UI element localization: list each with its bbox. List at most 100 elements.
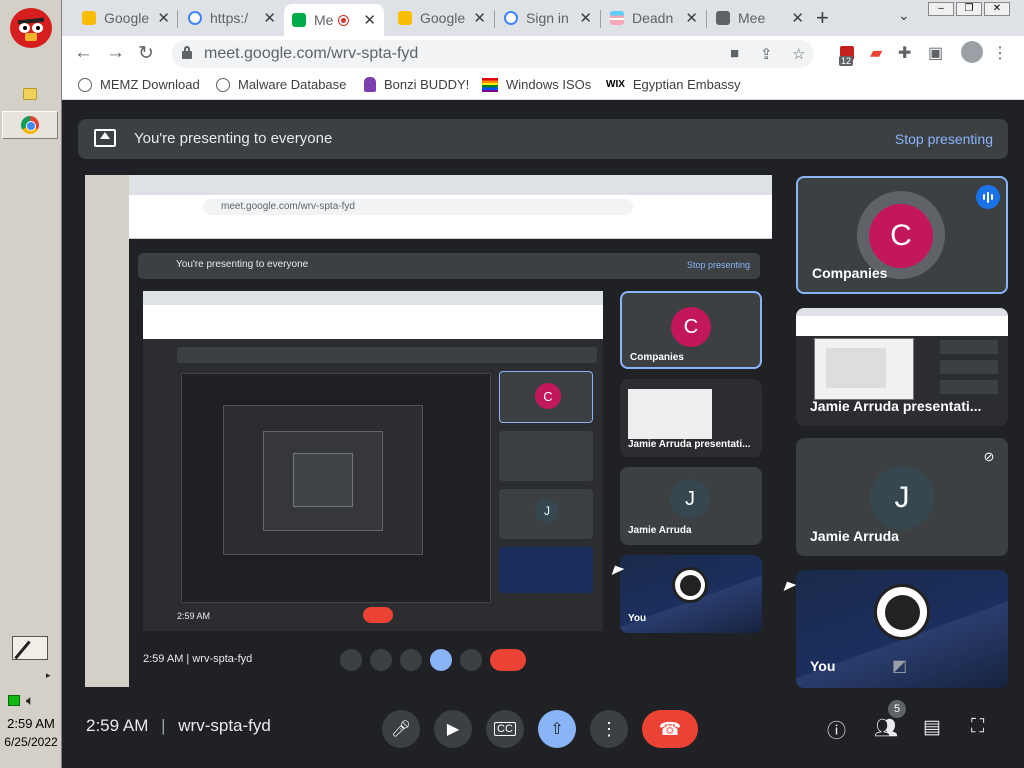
microphone-icon: 🎤︎: [390, 721, 412, 738]
bookmarks-bar: MEMZ Download Malware Database Bonzi BUD…: [62, 70, 1024, 100]
chrome-icon: [21, 116, 39, 134]
tab-label: Google: [420, 10, 466, 26]
forward-arrow-icon[interactable]: →: [106, 42, 125, 64]
nested-avatar-jamie: J: [535, 499, 559, 523]
mirrored-stop-text: Stop presenting: [686, 260, 750, 270]
meeting-details: 2:59 AM | wrv-spta-fyd: [86, 716, 271, 736]
close-tab-icon[interactable]: ✕: [791, 9, 804, 27]
taskbar-folder-button[interactable]: [2, 80, 58, 108]
close-tab-icon[interactable]: ✕: [363, 11, 376, 29]
new-tab-button[interactable]: +: [816, 5, 829, 31]
taskbar-clock-time: 2:59 AM: [7, 716, 55, 731]
present-now-button[interactable]: ⇧: [538, 710, 576, 748]
extensions-puzzle-icon[interactable]: ✚: [898, 43, 911, 63]
bookmark-egyptian-embassy[interactable]: WIX Egyptian Embassy: [606, 77, 741, 92]
close-tab-icon[interactable]: ✕: [685, 9, 698, 27]
mirrored-banner-text: You're presenting to everyone: [176, 259, 309, 270]
activities-icon[interactable]: ⛶: [971, 716, 984, 738]
tile-jamie-presentation[interactable]: ⊘ Jamie Arruda presentati...: [796, 308, 1008, 426]
angry-bird-start-icon[interactable]: [10, 8, 52, 48]
mirrored-time: 2:59 AM | wrv-spta-fyd: [143, 653, 253, 665]
side-panel-icon[interactable]: ▣: [928, 43, 943, 63]
present-icon: ⇧: [550, 721, 564, 738]
bookmark-label: Windows ISOs: [506, 77, 592, 92]
maximize-button[interactable]: ❐: [956, 2, 982, 16]
network-icon[interactable]: [8, 695, 20, 706]
profile-avatar[interactable]: [961, 41, 983, 63]
close-window-button[interactable]: ✕: [984, 2, 1010, 16]
mouse-cursor: [783, 581, 797, 595]
tab-https[interactable]: https:/ ✕: [180, 4, 284, 32]
tab-label: Google: [104, 10, 150, 26]
mirrored-toolbar: meet.google.com/wrv-spta-fyd: [129, 195, 772, 239]
bookmark-label: Egyptian Embassy: [632, 77, 741, 92]
mirrored-avatar: J: [670, 479, 710, 519]
address-bar[interactable]: meet.google.com/wrv-spta-fyd ■ ⇪ ☆: [172, 40, 814, 68]
close-tab-icon[interactable]: ✕: [579, 9, 592, 27]
tab-label: Sign in: [526, 10, 569, 26]
participants-count-badge: 5: [888, 700, 906, 718]
stop-presenting-button[interactable]: Stop presenting: [895, 131, 993, 147]
minimize-button[interactable]: –: [928, 2, 954, 16]
tab-google-docs[interactable]: Google ✕: [74, 4, 178, 32]
hang-up-icon: ☎︎: [658, 718, 682, 739]
flag-favicon-icon: [610, 11, 624, 25]
nested-share: C J 2:59 AM: [143, 291, 603, 631]
meet-page: You're presenting to everyone Stop prese…: [62, 100, 1024, 768]
tab-meet-2[interactable]: Mee ✕: [708, 4, 812, 32]
bookmark-memz[interactable]: MEMZ Download: [78, 77, 200, 92]
tab-deadname[interactable]: Deadn ✕: [602, 4, 706, 32]
tile-companies[interactable]: C Companies: [796, 176, 1008, 294]
reload-icon[interactable]: ↻: [138, 42, 154, 65]
folder-icon: [23, 88, 37, 100]
camera-in-use-icon[interactable]: ■: [730, 45, 739, 62]
mirrored-name: Companies: [630, 352, 684, 363]
chat-icon[interactable]: ▤: [923, 716, 941, 739]
leave-call-button[interactable]: ☎︎: [642, 710, 698, 748]
taskbar-chrome-button[interactable]: [2, 111, 58, 139]
share-icon[interactable]: ⇪: [760, 45, 773, 63]
close-tab-icon[interactable]: ✕: [263, 9, 276, 27]
tile-you[interactable]: You ◩: [796, 570, 1008, 688]
bookmark-label: Malware Database: [238, 77, 347, 92]
captions-button[interactable]: CC: [486, 710, 524, 748]
lock-icon[interactable]: [182, 46, 192, 59]
bonzi-icon: [364, 77, 376, 92]
mic-off-icon: ⊘: [983, 317, 995, 332]
bookmark-star-icon[interactable]: ☆: [792, 45, 805, 63]
bookmark-bonzi-buddy[interactable]: Bonzi BUDDY!: [364, 77, 469, 92]
system-tray: 🔈︎: [8, 692, 34, 709]
browser-menu-icon[interactable]: ⋮: [992, 43, 1008, 63]
close-tab-icon[interactable]: ✕: [473, 9, 486, 27]
extension-flag-icon[interactable]: ▰: [870, 43, 882, 63]
obs-icon: [874, 584, 930, 640]
meeting-code: wrv-spta-fyd: [178, 716, 271, 735]
tile-jamie-arruda[interactable]: J Jamie Arruda ⊘: [796, 438, 1008, 556]
close-tab-icon[interactable]: ✕: [157, 9, 170, 27]
avatar-jamie-arruda: J: [870, 466, 934, 530]
bookmark-malware-database[interactable]: Malware Database: [216, 77, 346, 92]
bookmark-windows-isos[interactable]: Windows ISOs: [482, 77, 591, 92]
mirrored-tile-jamie: J Jamie Arruda: [620, 467, 762, 545]
more-options-button[interactable]: ⋮: [590, 710, 628, 748]
meeting-info-icon[interactable]: ⓘ: [827, 716, 846, 743]
tab-google-docs-2[interactable]: Google ✕: [390, 4, 494, 32]
browser-toolbar: ← → ↻ meet.google.com/wrv-spta-fyd ■ ⇪ ☆…: [62, 36, 1024, 70]
volume-icon[interactable]: 🔈︎: [26, 692, 34, 709]
more-vert-icon: ⋮: [600, 718, 618, 739]
window-controls: – ❐ ✕: [928, 2, 1012, 16]
tab-search-dropdown-icon[interactable]: ⌄: [898, 7, 910, 24]
speaking-indicator-icon: [976, 185, 1000, 209]
tab-meet-active[interactable]: Me ✕: [284, 4, 384, 36]
tab-sign-in[interactable]: Sign in ✕: [496, 4, 600, 32]
rainbow-flag-icon: [482, 77, 498, 92]
docs-favicon-icon: [398, 11, 412, 25]
people-icon[interactable]: 👥︎: [874, 716, 898, 740]
back-arrow-icon[interactable]: ←: [74, 42, 93, 64]
camera-button[interactable]: ▶︎: [434, 710, 472, 748]
pen-tablet-icon[interactable]: [12, 636, 48, 660]
tray-expand-icon[interactable]: ▸: [46, 670, 51, 681]
taskbar-clock-date: 6/25/2022: [4, 735, 58, 749]
tab-label: Deadn: [632, 10, 674, 26]
microphone-button[interactable]: 🎤︎: [382, 710, 420, 748]
